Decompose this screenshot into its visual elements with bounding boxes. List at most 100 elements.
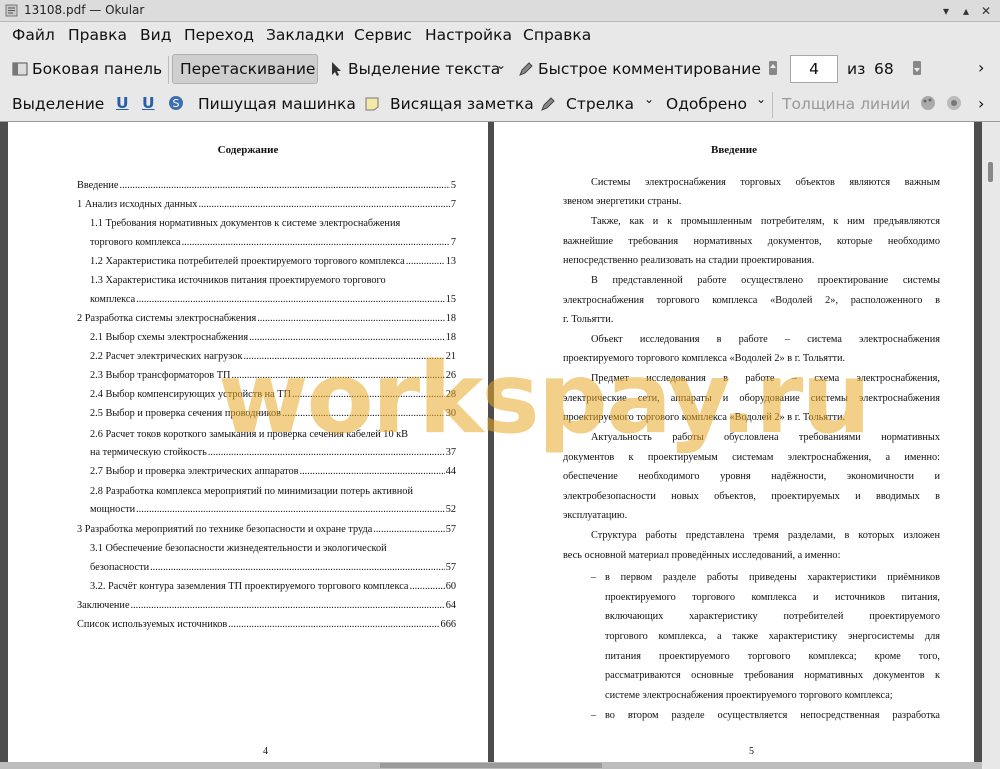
paragraph-line: Структура работы представлена тремя разд… [591,530,940,541]
line-width-button[interactable]: Толщина линии [782,95,910,113]
sticky-note-button[interactable]: Висящая заметка [364,95,534,113]
toc-entry[interactable]: 2.1 Выбор схемы электроснабжения18 [90,332,456,343]
scrollbar-thumb[interactable] [988,162,993,182]
opacity-icon [947,96,961,110]
paragraph-line: Системы электроснабжения торговых объект… [591,177,940,188]
sidebar-icon [12,62,28,76]
toc-entry[interactable]: 3.2. Расчёт контура заземления ТП проект… [90,581,456,592]
toc-entry[interactable]: торгового комплекса7 [90,237,456,248]
menu-view[interactable]: Вид [140,26,171,44]
toc-entry[interactable]: 2 Разработка системы электроснабжения18 [77,313,456,324]
paragraph-line: Объект исследования в работе – система э… [591,334,940,345]
cursor-arrow-icon [332,62,341,76]
strikeout-icon: S [169,96,183,110]
chevron-down-icon[interactable]: ⌄ [644,92,654,106]
toc-entry[interactable]: мощности52 [90,504,456,515]
window-title: 13108.pdf — Okular [24,3,145,17]
page-number: 5 [749,746,754,757]
toc-entry[interactable]: 2.4 Выбор компенсирующих устройств на ТП… [90,389,456,400]
next-page-button[interactable] [912,60,926,76]
minimize-icon[interactable]: ▾ [938,3,954,19]
page-down-icon [913,61,921,75]
toc-entry[interactable]: 2.7 Выбор и проверка электрических аппар… [90,466,456,477]
list-dash: – [591,710,597,721]
title-bar: 13108.pdf — Okular ▾ ▴ ✕ [0,0,1000,22]
toc-entry[interactable]: 1 Анализ исходных данных7 [77,199,456,210]
toc-entry[interactable]: 2.2 Расчет электрических нагрузок21 [90,351,456,362]
toolbar-overflow-icon[interactable]: › [978,94,984,113]
pen-annotate-icon [519,62,533,76]
page-number-input[interactable]: 4 [790,55,838,83]
paragraph-line: питания проектируемого торгового комплек… [605,651,940,662]
paragraph-line: звеном энергетики страны. [563,196,682,207]
browse-tool-label-wrap[interactable]: Перетаскивание [180,60,315,78]
previous-page-button[interactable] [768,60,782,76]
paragraph-line: весь основной материал проведённых иссле… [563,550,841,561]
menu-tools[interactable]: Сервис [354,26,412,44]
toc-entry-text[interactable]: 2.6 Расчет токов короткого замыкания и п… [90,429,408,440]
intro-title: Введение [710,144,758,156]
paragraph-line: В представленной работе осуществлено про… [591,275,940,286]
chevron-down-icon[interactable]: ⌄ [756,92,766,106]
paragraph-line: электрические сети, аппараты и оборудова… [563,393,940,404]
toc-entry[interactable]: безопасности57 [90,562,456,573]
page-5: Введение Системы электроснабжения торгов… [494,122,974,762]
strikeout-button[interactable]: S [168,95,188,111]
stamp-button[interactable]: Одобрено [666,95,747,113]
toc-entry-text[interactable]: 1.3 Характеристика источников питания пр… [90,275,386,286]
arrow-tool-button[interactable]: Стрелка [540,95,634,113]
toc-entry[interactable]: 2.3 Выбор трансформаторов ТП26 [90,370,456,381]
sticky-note-label: Висящая заметка [390,95,534,113]
scrollbar-thumb[interactable] [380,763,602,768]
toc-entry[interactable]: на термическую стойкость37 [90,447,456,458]
paragraph-line: обеспечение необходимого уровня надёжнос… [563,471,940,482]
toolbar-overflow-icon[interactable]: › [978,58,984,77]
menu-edit[interactable]: Правка [68,26,127,44]
paragraph-line: электроснабжения торгового комплекса «Во… [563,295,940,306]
color-button[interactable] [920,95,940,111]
maximize-icon[interactable]: ▴ [958,3,974,19]
paragraph-line: рассматриваются основные требования норм… [605,670,940,681]
chevron-down-icon[interactable]: ⌄ [496,58,506,72]
toc-entry[interactable]: 2.5 Выбор и проверка сечения проводников… [90,408,456,419]
toc-entry[interactable]: 3 Разработка мероприятий по технике безо… [77,524,456,535]
toc-entry-text[interactable]: 1.1 Требования нормативных документов к … [90,218,400,229]
text-select-button[interactable]: Выделение текста [328,60,500,78]
quick-annotate-label: Быстрое комментирование [538,60,761,78]
page-total-label: 68 [874,60,894,78]
paragraph-line: проектируемого торгового комплекса «Водо… [563,412,846,423]
toc-entry[interactable]: комплекса15 [90,294,456,305]
close-icon[interactable]: ✕ [978,3,994,19]
toc-title: Содержание [217,144,279,156]
paragraph-line: системе электроснабжения проектируемого … [605,690,893,701]
sidebar-button[interactable]: Боковая панель [12,60,162,78]
paragraph-line: непосредственно реализовать на стадии пр… [563,255,815,266]
page-number: 4 [263,746,268,757]
menu-settings[interactable]: Настройка [425,26,512,44]
squiggle-icon[interactable]: U [142,94,155,112]
menu-file[interactable]: Файл [12,26,55,44]
toc-entry-text[interactable]: 3.1 Обеспечение безопасности жизнедеятел… [90,543,387,554]
typewriter-button[interactable]: Пишущая машинка [198,95,356,113]
menu-bookmarks[interactable]: Закладки [266,26,344,44]
list-dash: – [591,572,597,583]
underline-icon[interactable]: U [116,94,129,112]
toc-entry[interactable]: Заключение64 [77,600,456,611]
vertical-scrollbar[interactable] [982,122,1000,769]
menu-bar: Файл Правка Вид Переход Закладки Сервис … [0,22,1000,50]
toc-entry-text[interactable]: 2.8 Разработка комплекса мероприятий по … [90,486,413,497]
toc-entry[interactable]: Список используемых источников666 [77,619,456,630]
menu-go[interactable]: Переход [184,26,254,44]
toolbar-separator [772,92,773,118]
highlighter-button[interactable]: Выделение [12,95,104,113]
quick-annotate-button[interactable]: Быстрое комментирование [518,60,761,78]
paragraph-line: проектируемого торгового комплекса и ист… [605,592,940,603]
menu-help[interactable]: Справка [523,26,591,44]
toc-entry[interactable]: 1.2 Характеристика потребителей проектир… [90,256,456,267]
page-of-label: из [847,60,866,78]
paragraph-line: электробезопасности новых объектов, прое… [563,491,940,502]
toc-entry[interactable]: Введение5 [77,180,456,191]
horizontal-scrollbar[interactable] [0,762,982,769]
document-viewport[interactable]: Содержание Введение5 1 Анализ исходных д… [0,122,1000,769]
opacity-button[interactable] [946,95,966,111]
